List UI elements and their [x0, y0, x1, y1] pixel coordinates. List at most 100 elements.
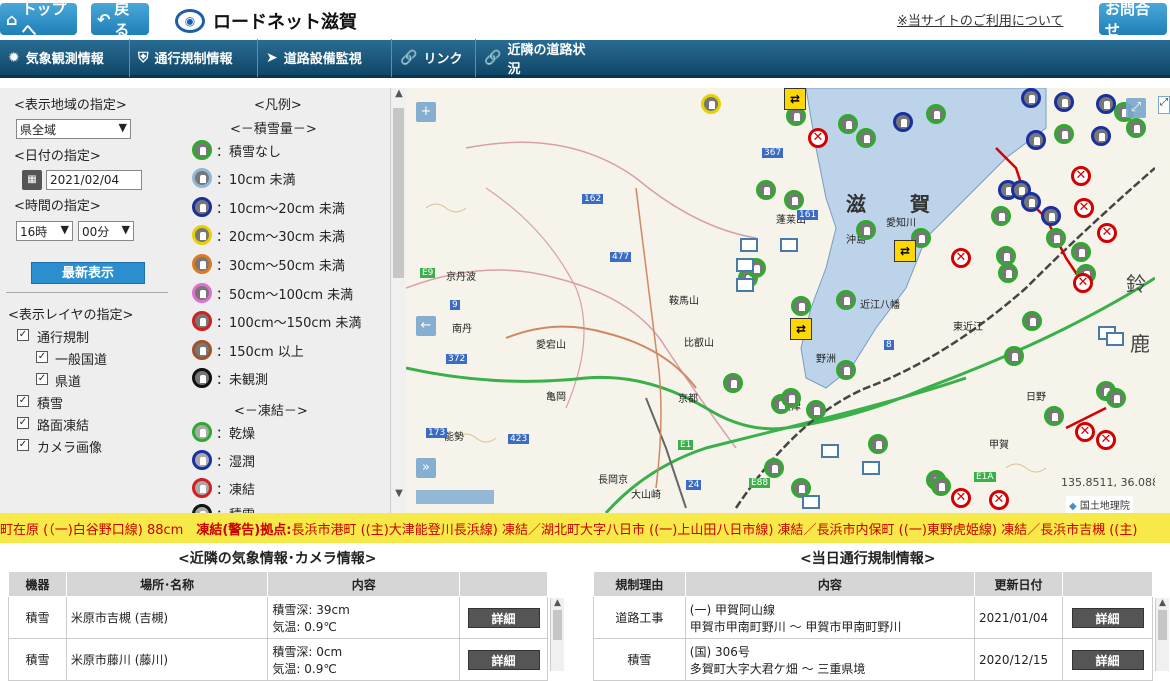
camera-marker[interactable] — [780, 238, 798, 252]
snow-station-marker[interactable] — [1046, 228, 1066, 248]
side-scrollbar[interactable] — [390, 88, 406, 513]
layer-icon[interactable]: » — [416, 458, 436, 478]
nav-nearby[interactable]: 🔗 近隣の道路状況 — [476, 39, 610, 77]
freeze-warning-marker[interactable]: ✕ — [989, 490, 1009, 510]
freeze-warning-marker[interactable]: ✕ — [951, 488, 971, 508]
snow-station-marker[interactable] — [1041, 206, 1061, 226]
freeze-warning-marker[interactable]: ✕ — [1074, 198, 1094, 218]
snow-station-marker[interactable] — [1126, 118, 1146, 138]
detail-button[interactable]: 詳細 — [467, 649, 540, 670]
detail-button[interactable]: 詳細 — [467, 607, 540, 628]
freeze-warning-marker[interactable]: ✕ — [1075, 422, 1095, 442]
snow-station-marker[interactable] — [784, 190, 804, 210]
usage-notice-link[interactable]: ※当サイトのご利用について — [897, 10, 1064, 29]
freeze-warning-marker[interactable]: ✕ — [1073, 273, 1093, 293]
camera-marker[interactable] — [736, 258, 754, 272]
snow-station-marker[interactable] — [1091, 126, 1111, 146]
layer-prefectural-label: 県道 — [55, 375, 82, 390]
snow-station-marker[interactable] — [701, 94, 721, 114]
layer-camera-checkbox[interactable]: ✓ — [17, 439, 29, 451]
camera-marker[interactable] — [736, 278, 754, 292]
snow-station-marker[interactable] — [1004, 346, 1024, 366]
scroll-down-arrow[interactable]: ▼ — [392, 488, 406, 506]
fullscreen-icon[interactable]: ⤢ — [1126, 98, 1146, 118]
hour-select[interactable]: 16時 ▼ — [16, 221, 73, 241]
date-input[interactable]: 2021/02/04 — [46, 170, 142, 190]
site-logo[interactable]: ◉ ロードネット滋賀 — [175, 8, 357, 34]
regulation-table-scrollbar[interactable]: ▲ — [1155, 598, 1169, 671]
snow-station-marker[interactable] — [764, 458, 784, 478]
snow-station-marker[interactable] — [931, 476, 951, 496]
snow-station-marker[interactable] — [1026, 130, 1046, 150]
scroll-up-arrow[interactable]: ▲ — [1156, 598, 1169, 608]
camera-marker[interactable] — [1106, 332, 1124, 346]
layer-regulation-checkbox[interactable]: ✓ — [17, 329, 29, 341]
snow-station-marker[interactable] — [1021, 88, 1041, 108]
snow-station-marker[interactable] — [856, 128, 876, 148]
minute-select[interactable]: 00分 ▼ — [78, 221, 134, 241]
layer-snow-checkbox[interactable]: ✓ — [17, 395, 29, 407]
snow-station-marker[interactable] — [1096, 94, 1116, 114]
regulation-sign-marker[interactable]: ⇄ — [784, 88, 806, 110]
snow-station-marker[interactable] — [756, 180, 776, 200]
region-select[interactable]: 県全域 ▼ — [16, 119, 131, 139]
snow-station-marker[interactable] — [1021, 192, 1041, 212]
snow-station-marker[interactable] — [836, 360, 856, 380]
snow-station-marker[interactable] — [998, 263, 1018, 283]
camera-marker[interactable] — [821, 444, 839, 458]
snow-station-marker[interactable] — [781, 388, 801, 408]
regulation-sign-marker[interactable]: ⇄ — [894, 240, 916, 262]
top-button[interactable]: ⌂ トップへ — [0, 0, 77, 39]
freeze-warning-marker[interactable]: ✕ — [1096, 430, 1116, 450]
snow-station-marker[interactable] — [1054, 92, 1074, 112]
snow-station-marker[interactable] — [926, 104, 946, 124]
snow-station-marker[interactable] — [836, 290, 856, 310]
snow-station-marker[interactable] — [868, 434, 888, 454]
scroll-up-arrow[interactable]: ▲ — [551, 598, 564, 608]
freeze-warning-marker[interactable]: ✕ — [951, 248, 971, 268]
zoom-in-icon[interactable]: + — [416, 102, 436, 122]
snow-station-marker[interactable] — [723, 373, 743, 393]
snow-station-marker[interactable] — [791, 296, 811, 316]
freeze-warning-marker[interactable]: ✕ — [808, 128, 828, 148]
zoom-out-icon[interactable]: ← — [416, 316, 436, 336]
snow-station-marker[interactable] — [806, 400, 826, 420]
layer-prefectural-checkbox[interactable]: ✓ — [36, 373, 48, 385]
snow-station-marker[interactable] — [1022, 311, 1042, 331]
scroll-up-arrow[interactable]: ▲ — [392, 88, 406, 106]
snow-station-marker[interactable] — [893, 112, 913, 132]
refresh-button[interactable]: 最新表示 — [31, 262, 145, 284]
nav-regulation[interactable]: ⛨ 通行規制情報 — [130, 38, 258, 77]
detail-button[interactable]: 詳細 — [1071, 607, 1144, 628]
scroll-thumb[interactable] — [393, 108, 404, 278]
back-button[interactable]: ↶ 戻る — [91, 0, 149, 39]
camera-marker[interactable] — [740, 238, 758, 252]
layer-national-checkbox[interactable]: ✓ — [36, 351, 48, 363]
snow-station-marker[interactable] — [991, 206, 1011, 226]
scroll-thumb[interactable] — [1158, 610, 1167, 640]
scroll-thumb[interactable] — [553, 610, 562, 640]
detail-button[interactable]: 詳細 — [1071, 649, 1144, 670]
contact-button[interactable]: お問合せ — [1099, 0, 1167, 39]
freeze-warning-marker[interactable]: ✕ — [1097, 223, 1117, 243]
snow-station-marker[interactable] — [838, 114, 858, 134]
camera-marker[interactable] — [862, 461, 880, 475]
regulation-sign-marker[interactable]: ⇄ — [790, 318, 812, 340]
monitor-icon: ➤ — [266, 49, 278, 66]
snow-station-marker[interactable] — [1044, 406, 1064, 426]
map-area[interactable]: 滋 賀 京丹波 南丹 亀岡 京都 長岡京 大山崎 鞍馬山 比叡山 近江八幡 東近… — [406, 88, 1155, 513]
nav-link[interactable]: 🔗 リンク — [392, 38, 476, 77]
snow-station-marker[interactable] — [1071, 242, 1091, 262]
camera-marker[interactable] — [802, 495, 820, 509]
nav-weather[interactable]: ✹ 気象観測情報 — [0, 38, 130, 77]
weather-table-scrollbar[interactable]: ▲ — [550, 598, 564, 671]
layer-freeze-checkbox[interactable]: ✓ — [17, 417, 29, 429]
freeze-warning-marker[interactable]: ✕ — [1071, 166, 1091, 186]
calendar-icon[interactable]: ▦ — [22, 170, 42, 190]
nav-facility[interactable]: ➤ 道路設備監視 — [258, 38, 392, 77]
snow-station-marker[interactable] — [1054, 124, 1074, 144]
expand-icon[interactable]: ⤢ — [1158, 96, 1170, 114]
snow-station-marker[interactable] — [1106, 388, 1126, 408]
content-cell: (一) 甲賀阿山線 甲賀市甲南町野川 ～ 甲賀市甲南町野川 — [684, 596, 976, 639]
snow-station-marker[interactable] — [856, 220, 876, 240]
